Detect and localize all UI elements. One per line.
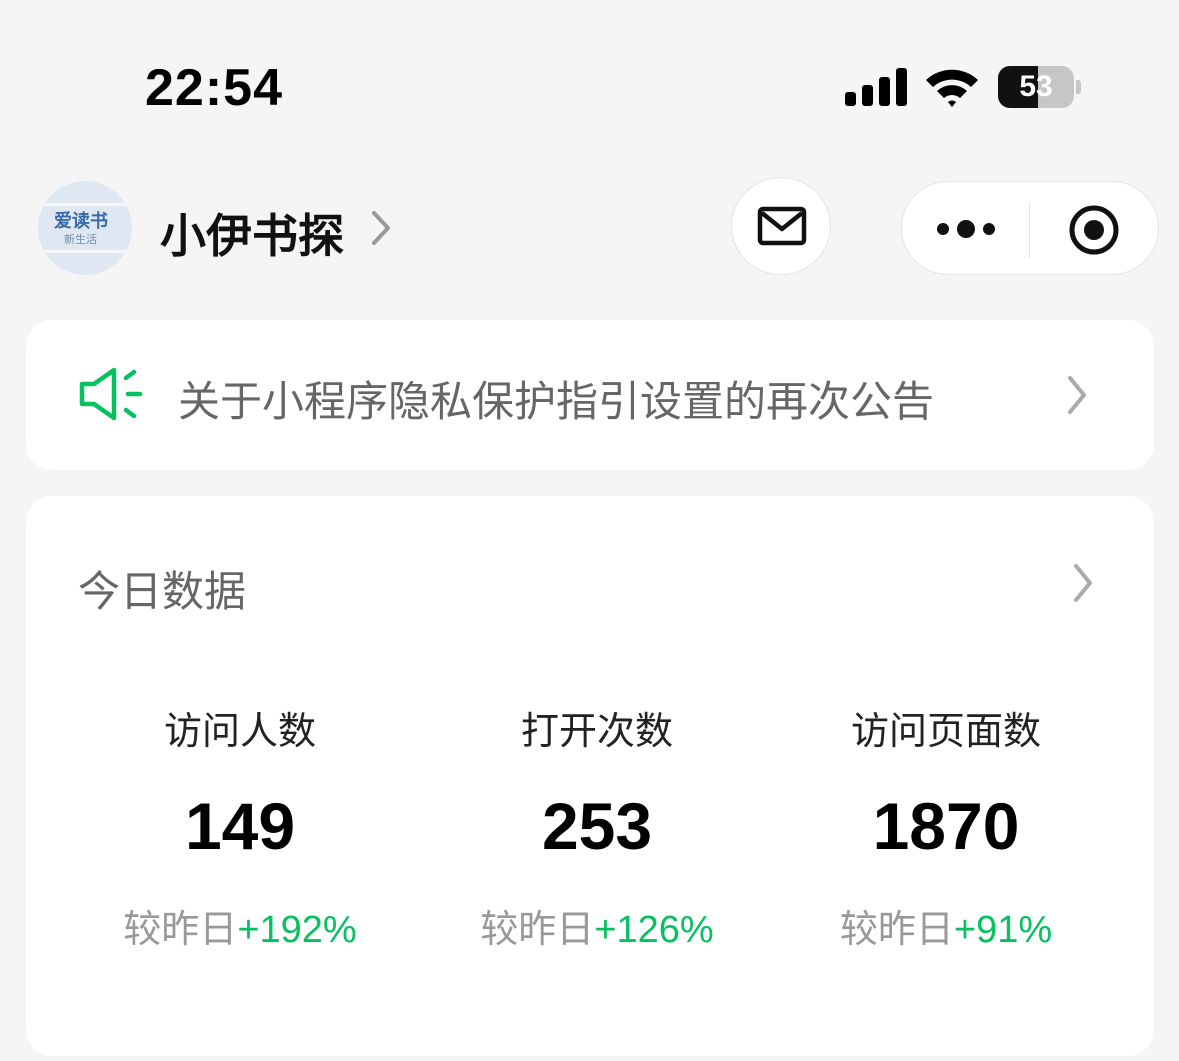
chevron-right-icon[interactable] [366, 207, 396, 249]
metric-page-views: 访问页面数 1870 较昨日+91% [766, 496, 1126, 1056]
metric-value: 253 [541, 789, 653, 863]
signal-icon [845, 68, 907, 106]
target-icon[interactable] [1066, 202, 1122, 258]
metric-value: 1870 [872, 789, 1020, 863]
app-name[interactable]: 小伊书探 [160, 200, 344, 266]
compare-value: +91% [953, 909, 1053, 951]
mail-button[interactable] [731, 177, 831, 275]
wifi-icon [926, 69, 978, 107]
metric-compare: 较昨日+192% [60, 898, 420, 953]
metric-value: 149 [184, 789, 296, 863]
compare-label: 较昨日 [123, 907, 238, 951]
avatar-text: 爱读书 [54, 211, 108, 232]
metric-compare: 较昨日+126% [417, 898, 777, 953]
mail-icon [757, 206, 807, 246]
battery-icon: 53 [998, 66, 1082, 108]
status-time: 22:54 [145, 59, 283, 117]
menu-capsule [901, 181, 1159, 275]
notice-text: 关于小程序隐私保护指引设置的再次公告 [178, 377, 935, 426]
today-data-card[interactable]: 今日数据 访问人数 149 较昨日+192% 打开次数 253 较昨日+126%… [26, 496, 1154, 1056]
notice-banner[interactable]: 关于小程序隐私保护指引设置的再次公告 [26, 320, 1154, 470]
battery-level: 53 [1019, 70, 1053, 103]
metric-opens: 打开次数 253 较昨日+126% [417, 496, 777, 1056]
metric-compare: 较昨日+91% [766, 898, 1126, 953]
metric-visitors: 访问人数 149 较昨日+192% [60, 496, 420, 1056]
status-bar: 22:54 53 [0, 0, 1179, 150]
compare-label: 较昨日 [480, 907, 595, 951]
metric-label: 访问人数 [163, 709, 316, 753]
compare-value: +192% [237, 909, 357, 951]
compare-value: +126% [594, 909, 714, 951]
compare-label: 较昨日 [839, 907, 954, 951]
metric-label: 打开次数 [520, 709, 673, 753]
metric-label: 访问页面数 [850, 709, 1041, 753]
more-icon[interactable] [934, 212, 998, 246]
speaker-icon [79, 367, 143, 421]
chevron-right-icon [1068, 376, 1086, 414]
capsule-divider [1029, 202, 1030, 258]
avatar-subtext: 新生活 [64, 233, 97, 246]
app-avatar[interactable]: 爱读书 新生活 [38, 181, 132, 275]
